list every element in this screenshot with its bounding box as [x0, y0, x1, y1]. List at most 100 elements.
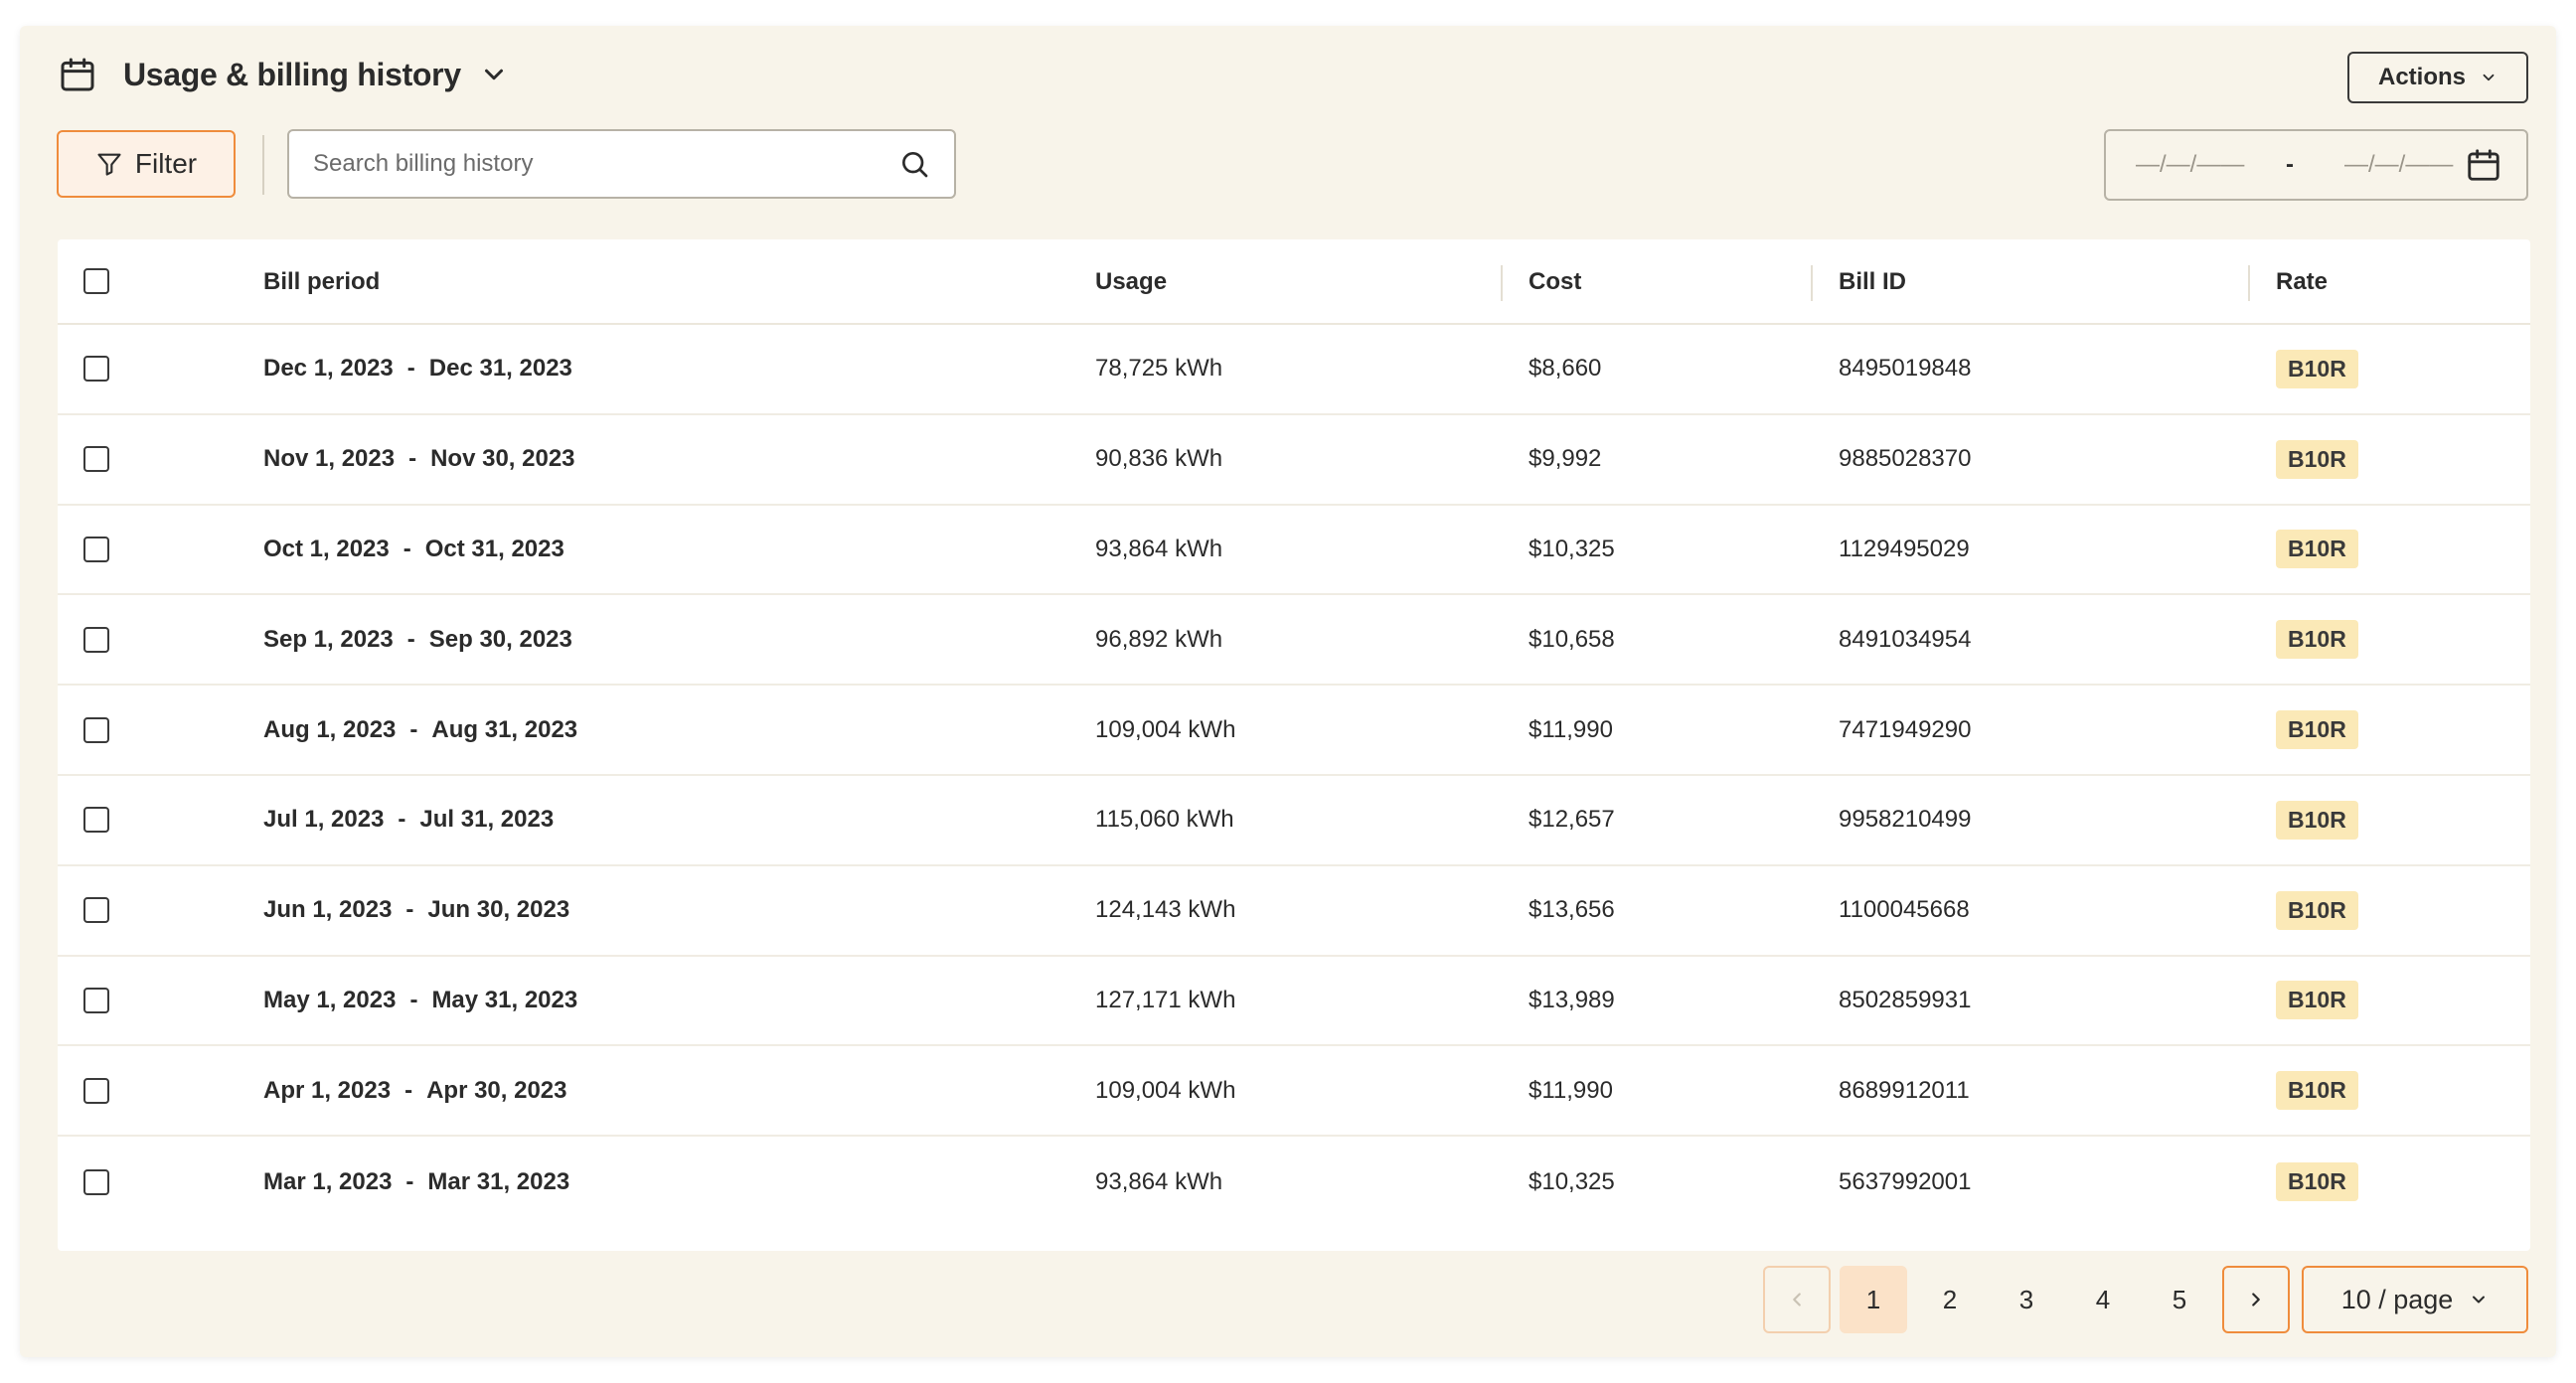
bill-period: Nov 1, 2023- Nov 30, 2023 [263, 415, 575, 504]
select-all-checkbox[interactable] [83, 268, 109, 294]
bill-id-cell: 8502859931 [1839, 986, 1972, 1013]
rate-cell: B10R [2276, 686, 2358, 774]
bill-period: Jun 1, 2023- Jun 30, 2023 [263, 866, 569, 955]
table-row[interactable]: Dec 1, 2023- Dec 31, 2023 78,725 kWh $8,6… [58, 325, 2530, 415]
bill-period: Sep 1, 2023- Sep 30, 2023 [263, 595, 572, 684]
period-dash: - [409, 715, 418, 743]
row-checkbox[interactable] [83, 807, 109, 834]
billing-history-card: Usage & billing history Actions Filter —… [20, 26, 2556, 1357]
period-end: Oct 31, 2023 [424, 535, 564, 562]
rate-badge: B10R [2276, 1162, 2358, 1202]
date-to-field[interactable]: —/—/—— [2344, 151, 2454, 179]
bill-id-cell: 9885028370 [1839, 445, 1972, 473]
period-start: Sep 1, 2023 [263, 625, 394, 653]
period-start: Aug 1, 2023 [263, 715, 397, 743]
card-header: Usage & billing history [58, 50, 509, 99]
bill-id-cell: 5637992001 [1839, 1167, 1972, 1195]
usage-cell: 93,864 kWh [1095, 1167, 1223, 1195]
column-header-rate[interactable]: Rate [2276, 239, 2328, 325]
period-end: Jul 31, 2023 [419, 806, 555, 834]
table-row[interactable]: Jul 1, 2023- Jul 31, 2023 115,060 kWh $12… [58, 776, 2530, 866]
chevron-right-icon [2252, 1293, 2260, 1306]
column-divider [1501, 265, 1503, 301]
next-page-button[interactable] [2222, 1266, 2290, 1333]
page-button-2[interactable]: 2 [1916, 1266, 1984, 1333]
cost-cell: $10,325 [1529, 1167, 1615, 1195]
prev-page-button[interactable] [1763, 1266, 1831, 1333]
cost-cell: $8,660 [1529, 355, 1602, 383]
table-row[interactable]: Mar 1, 2023- Mar 31, 2023 93,864 kWh $10,… [58, 1137, 2530, 1227]
bill-period: Mar 1, 2023- Mar 31, 2023 [263, 1137, 569, 1227]
period-dash: - [398, 806, 406, 834]
bill-id-cell: 1100045668 [1839, 896, 1970, 924]
column-divider [2248, 265, 2250, 301]
row-checkbox[interactable] [83, 987, 109, 1013]
page-button-1[interactable]: 1 [1840, 1266, 1907, 1333]
page-size-label: 10 / page [2340, 1284, 2454, 1314]
page-title: Usage & billing history [123, 56, 461, 92]
table-row[interactable]: Nov 1, 2023- Nov 30, 2023 90,836 kWh $9,9… [58, 415, 2530, 506]
period-dash: - [405, 1167, 414, 1195]
period-start: May 1, 2023 [263, 986, 397, 1013]
bill-id-cell: 1129495029 [1839, 535, 1970, 562]
table-row[interactable]: Aug 1, 2023- Aug 31, 2023 109,004 kWh $11… [58, 686, 2530, 776]
usage-cell: 124,143 kWh [1095, 896, 1236, 924]
period-dash: - [409, 986, 418, 1013]
cost-cell: $10,325 [1529, 535, 1615, 562]
actions-button[interactable]: Actions [2347, 52, 2528, 103]
row-checkbox[interactable] [83, 626, 109, 653]
period-end: Apr 30, 2023 [426, 1076, 567, 1104]
table-row[interactable]: Apr 1, 2023- Apr 30, 2023 109,004 kWh $11… [58, 1046, 2530, 1138]
usage-cell: 78,725 kWh [1095, 355, 1223, 383]
rate-badge: B10R [2276, 530, 2358, 569]
date-from-field[interactable]: —/—/—— [2136, 151, 2245, 179]
row-checkbox[interactable] [83, 716, 109, 743]
filter-button[interactable]: Filter [57, 130, 236, 198]
table-header: Bill period Usage Cost Bill ID Rate [58, 239, 2530, 325]
rate-badge: B10R [2276, 1071, 2358, 1111]
period-dash: - [404, 1076, 413, 1104]
column-header-cost[interactable]: Cost [1529, 239, 1581, 325]
table-row[interactable]: May 1, 2023- May 31, 2023 127,171 kWh $13… [58, 957, 2530, 1047]
calendar-icon[interactable] [2465, 146, 2502, 184]
actions-label: Actions [2377, 64, 2466, 90]
filter-label: Filter [134, 148, 198, 179]
table-row[interactable]: Jun 1, 2023- Jun 30, 2023 124,143 kWh $13… [58, 866, 2530, 957]
page-button-3[interactable]: 3 [1993, 1266, 2060, 1333]
rate-cell: B10R [2276, 866, 2358, 955]
page-button-4[interactable]: 4 [2069, 1266, 2137, 1333]
period-end: Dec 31, 2023 [428, 355, 572, 383]
chevron-down-icon [2473, 1296, 2486, 1304]
column-header-usage[interactable]: Usage [1095, 239, 1167, 325]
page-button-5[interactable]: 5 [2146, 1266, 2213, 1333]
table-row[interactable]: Oct 1, 2023- Oct 31, 2023 93,864 kWh $10,… [58, 506, 2530, 596]
row-checkbox[interactable] [83, 897, 109, 924]
column-header-bill-id[interactable]: Bill ID [1839, 239, 1906, 325]
cost-cell: $9,992 [1529, 445, 1602, 473]
cost-cell: $13,989 [1529, 986, 1615, 1013]
period-start: Apr 1, 2023 [263, 1076, 392, 1104]
rate-cell: B10R [2276, 776, 2358, 864]
rate-badge: B10R [2276, 439, 2358, 479]
page-size-select[interactable]: 10 / page [2302, 1266, 2528, 1333]
chevron-down-icon[interactable] [479, 60, 509, 89]
column-header-period[interactable]: Bill period [263, 239, 380, 325]
date-range-picker[interactable]: —/—/—— - —/—/—— [2104, 129, 2528, 201]
table-row[interactable]: Sep 1, 2023- Sep 30, 2023 96,892 kWh $10,… [58, 595, 2530, 687]
billing-table: Bill period Usage Cost Bill ID Rate Dec … [58, 239, 2530, 1251]
usage-cell: 109,004 kWh [1095, 1076, 1236, 1104]
search-icon[interactable] [898, 148, 930, 180]
usage-cell: 109,004 kWh [1095, 715, 1236, 743]
search-input[interactable] [313, 150, 898, 178]
cost-cell: $11,990 [1529, 1076, 1613, 1104]
period-dash: - [406, 625, 415, 653]
row-checkbox[interactable] [83, 356, 109, 383]
period-start: Oct 1, 2023 [263, 535, 390, 562]
row-checkbox[interactable] [83, 1168, 109, 1195]
period-end: Aug 31, 2023 [431, 715, 578, 743]
period-end: Mar 31, 2023 [427, 1167, 570, 1195]
row-checkbox[interactable] [83, 536, 109, 562]
row-checkbox[interactable] [83, 446, 109, 473]
period-end: Nov 30, 2023 [430, 445, 575, 473]
row-checkbox[interactable] [83, 1077, 109, 1104]
